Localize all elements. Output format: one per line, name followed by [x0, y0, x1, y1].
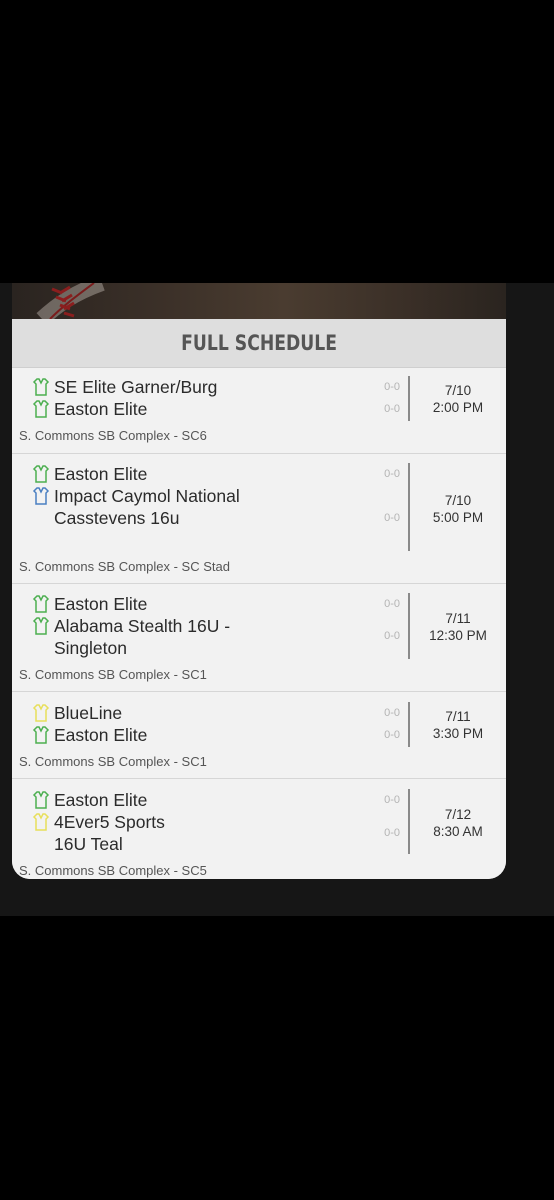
schedule-card: FULL SCHEDULE SE Elite Garner/Burg 0-0 E… [12, 319, 506, 879]
score: 0-0 [384, 512, 400, 524]
venue: S. Commons SB Complex - SC5 [19, 863, 207, 878]
game-row[interactable]: BlueLine 0-0 Easton Elite 0-0 7/11 3:30 … [12, 692, 506, 779]
score: 0-0 [384, 729, 400, 741]
home-team: Easton Elite [32, 789, 254, 811]
team-name: Alabama Stealth 16U - Singleton [54, 616, 231, 658]
team-name: Easton Elite [54, 790, 148, 810]
home-team: SE Elite Garner/Burg [32, 376, 254, 398]
team-name: 4Ever5 Sports 16U Teal [54, 812, 165, 854]
score: 0-0 [384, 468, 400, 480]
away-team: Easton Elite [32, 398, 254, 420]
game-time: 8:30 AM [433, 824, 483, 839]
score: 0-0 [384, 707, 400, 719]
green-jersey-icon [32, 400, 50, 418]
yellow-jersey-icon [32, 813, 50, 831]
game-date: 7/10 [444, 383, 472, 398]
team-name: Easton Elite [54, 464, 148, 484]
game-date: 7/11 [445, 709, 471, 724]
game-date: 7/10 [444, 493, 472, 508]
score: 0-0 [384, 630, 400, 642]
team-name: Easton Elite [54, 725, 148, 745]
game-time: 3:30 PM [432, 726, 484, 741]
game-date: 7/11 [445, 611, 471, 626]
green-jersey-icon [32, 595, 50, 613]
schedule-header: FULL SCHEDULE [12, 319, 506, 368]
home-team: Easton Elite [32, 593, 254, 615]
game-date: 7/12 [444, 807, 472, 822]
game-row[interactable]: Easton Elite 0-0 Alabama Stealth 16U - S… [12, 584, 506, 692]
team-name: Easton Elite [54, 399, 148, 419]
away-team: Impact Caymol National Casstevens 16u [32, 485, 254, 529]
green-jersey-icon [32, 617, 50, 635]
game-row[interactable]: Easton Elite 0-0 Impact Caymol National … [12, 454, 506, 584]
game-datetime: 7/12 8:30 AM [410, 806, 506, 840]
team-name: SE Elite Garner/Burg [54, 377, 218, 397]
score: 0-0 [384, 827, 400, 839]
game-row[interactable]: Easton Elite 0-0 4Ever5 Sports 16U Teal … [12, 779, 506, 879]
game-datetime: 7/10 2:00 PM [410, 382, 506, 416]
away-team: 4Ever5 Sports 16U Teal [32, 811, 174, 855]
team-name: Easton Elite [54, 594, 148, 614]
away-team: Alabama Stealth 16U - Singleton [32, 615, 254, 659]
team-name: BlueLine [54, 703, 123, 723]
home-team: Easton Elite [32, 463, 254, 485]
venue: S. Commons SB Complex - SC6 [19, 428, 207, 443]
venue: S. Commons SB Complex - SC1 [19, 754, 207, 769]
game-time: 5:00 PM [432, 510, 484, 525]
score: 0-0 [384, 794, 400, 806]
score: 0-0 [384, 403, 400, 415]
venue: S. Commons SB Complex - SC Stad [19, 559, 230, 574]
game-datetime: 7/11 3:30 PM [410, 708, 506, 742]
game-datetime: 7/11 12:30 PM [410, 610, 506, 644]
page-title: FULL SCHEDULE [181, 331, 337, 355]
game-time: 12:30 PM [429, 628, 487, 643]
game-row[interactable]: SE Elite Garner/Burg 0-0 Easton Elite 0-… [12, 368, 506, 454]
away-team: Easton Elite [32, 724, 254, 746]
yellow-jersey-icon [32, 704, 50, 722]
score: 0-0 [384, 598, 400, 610]
green-jersey-icon [32, 378, 50, 396]
home-team: BlueLine [32, 702, 254, 724]
venue: S. Commons SB Complex - SC1 [19, 667, 207, 682]
game-time: 2:00 PM [432, 400, 484, 415]
softball-banner-image [12, 283, 506, 319]
game-datetime: 7/10 5:00 PM [410, 492, 506, 526]
score: 0-0 [384, 381, 400, 393]
team-name: Impact Caymol National Casstevens 16u [54, 486, 240, 528]
green-jersey-icon [32, 726, 50, 744]
green-jersey-icon [32, 791, 50, 809]
blue-jersey-icon [32, 487, 50, 505]
green-jersey-icon [32, 465, 50, 483]
